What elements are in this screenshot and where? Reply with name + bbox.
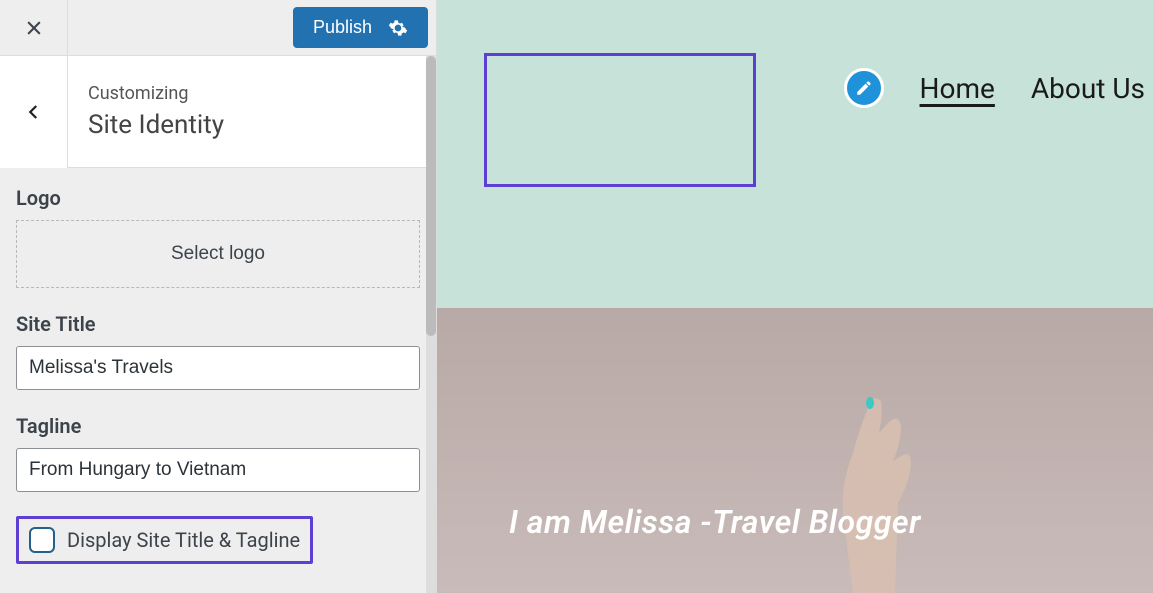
edit-shortcut-button[interactable] (844, 68, 884, 108)
display-title-tagline-label: Display Site Title & Tagline (67, 528, 300, 552)
sidebar-header: Publish (0, 0, 436, 56)
nav-link-home[interactable]: Home (920, 72, 995, 105)
close-icon (24, 18, 44, 38)
publish-button[interactable]: Publish (293, 7, 428, 48)
logo-placeholder[interactable] (484, 53, 756, 187)
gear-icon (388, 18, 408, 38)
logo-label: Logo (16, 186, 420, 210)
close-button[interactable] (0, 0, 68, 56)
site-preview: Home About Us I am Melissa -Travel Blogg… (437, 0, 1153, 593)
nav-link-about[interactable]: About Us (1031, 72, 1145, 105)
chevron-left-icon (25, 103, 43, 121)
back-button[interactable] (0, 56, 68, 168)
section-subtitle: Customizing (88, 83, 224, 104)
hero-hand-image (783, 308, 943, 593)
logo-field: Logo Select logo (16, 186, 420, 288)
panel-body: Logo Select logo Site Title Tagline Disp… (0, 168, 436, 593)
preview-hero: I am Melissa -Travel Blogger (437, 308, 1153, 593)
section-title: Site Identity (88, 110, 224, 140)
customizer-sidebar: Publish Customizing Site Identity Logo S… (0, 0, 437, 593)
pencil-icon (855, 79, 873, 97)
tagline-label: Tagline (16, 414, 420, 438)
site-title-label: Site Title (16, 312, 420, 336)
display-title-tagline-checkbox[interactable] (29, 527, 55, 553)
tagline-field: Tagline (16, 414, 420, 492)
hero-text: I am Melissa -Travel Blogger (509, 503, 921, 541)
preview-nav: Home About Us (844, 68, 1145, 108)
scrollbar[interactable] (426, 56, 436, 593)
site-title-field: Site Title (16, 312, 420, 390)
scrollbar-thumb[interactable] (426, 56, 436, 336)
site-title-input[interactable] (16, 346, 420, 390)
section-header: Customizing Site Identity (0, 56, 436, 168)
select-logo-button[interactable]: Select logo (16, 220, 420, 288)
publish-label: Publish (313, 17, 372, 38)
tagline-input[interactable] (16, 448, 420, 492)
section-titles: Customizing Site Identity (68, 65, 244, 158)
display-title-tagline-field: Display Site Title & Tagline (16, 516, 313, 564)
preview-header-area: Home About Us (437, 0, 1153, 308)
